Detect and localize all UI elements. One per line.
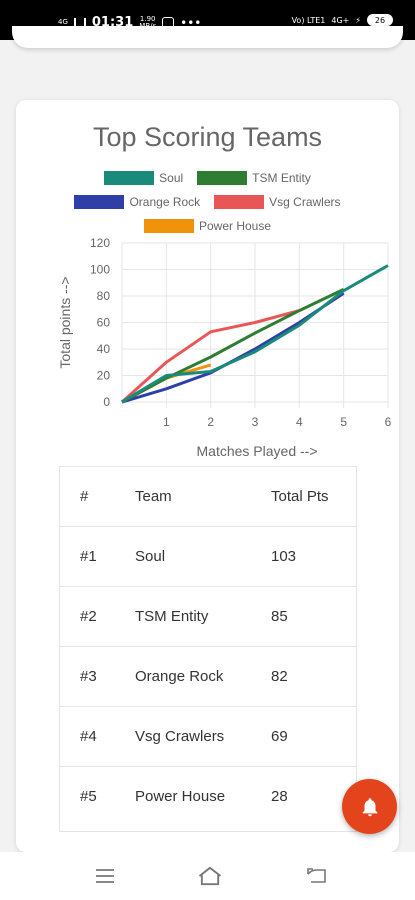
chart-legend: Soul TSM Entity Orange Rock Vsg Crawlers… <box>16 166 399 238</box>
battery-icon: 26 <box>367 14 393 26</box>
series-line-tsm-entity <box>121 288 345 404</box>
row-points: 82 <box>271 668 288 685</box>
row-rank: #5 <box>80 788 97 805</box>
row-points: 85 <box>271 608 288 625</box>
legend-item-soul[interactable]: Soul <box>104 171 183 185</box>
carrier-label: Vo) LTE1 <box>291 15 326 25</box>
standings-table: # Team Total Pts #1 Soul 103 #2 TSM Enti… <box>59 466 357 832</box>
legend-item-tsm-entity[interactable]: TSM Entity <box>197 171 311 185</box>
charging-icon: ⚡ <box>355 15 361 25</box>
header-team: Team <box>135 488 172 505</box>
y-tick-label: 100 <box>90 263 110 277</box>
row-rank: #4 <box>80 728 97 745</box>
legend-swatch-tsm-entity <box>197 171 248 185</box>
back-icon[interactable] <box>305 864 329 888</box>
legend-swatch-orange-rock <box>74 195 125 209</box>
table-row: #4 Vsg Crawlers 69 <box>60 707 356 767</box>
y-tick-label: 20 <box>97 369 111 383</box>
row-points: 103 <box>271 548 297 565</box>
notification-fab[interactable] <box>342 779 397 834</box>
row-team: Power House <box>135 788 226 805</box>
x-tick-label: 3 <box>252 415 259 429</box>
y-tick-label: 80 <box>97 289 111 303</box>
y-tick-label: 120 <box>90 236 110 250</box>
y-tick-label: 40 <box>97 342 111 356</box>
x-tick-label: 5 <box>340 415 347 429</box>
legend-label: Orange Rock <box>129 195 201 209</box>
network-label: 4G+ <box>331 15 350 25</box>
row-points: 69 <box>271 728 288 745</box>
row-team: Soul <box>135 548 166 565</box>
table-header-row: # Team Total Pts <box>60 467 356 527</box>
legend-label: Vsg Crawlers <box>269 195 341 209</box>
menu-icon[interactable] <box>93 864 117 888</box>
row-rank: #2 <box>80 608 97 625</box>
x-tick-label: 1 <box>163 415 170 429</box>
x-tick-label: 4 <box>296 415 303 429</box>
legend-swatch-power-house <box>143 219 194 233</box>
y-axis-title: Total points --> <box>57 276 73 368</box>
scores-card: Top Scoring Teams Soul TSM Entity Orange… <box>16 100 399 852</box>
signal-label: 4G <box>58 18 68 26</box>
legend-label: TSM Entity <box>252 171 311 185</box>
x-axis-title: Matches Played --> <box>197 443 318 459</box>
table-row: #2 TSM Entity 85 <box>60 587 356 647</box>
previous-card <box>12 26 403 48</box>
status-right: Vo) LTE1 4G+ ⚡ 26 <box>292 14 393 26</box>
legend-item-vsg-crawlers[interactable]: Vsg Crawlers <box>214 195 341 209</box>
legend-label: Power House <box>198 219 272 233</box>
header-rank: # <box>80 488 89 505</box>
line-chart: 0 20 40 60 80 100 120 1 2 3 4 5 6 Total points --> Mat… <box>57 236 392 459</box>
home-icon[interactable] <box>196 862 224 890</box>
row-team: Vsg Crawlers <box>135 728 225 745</box>
chart-title: Top Scoring Teams <box>92 122 323 152</box>
legend-label: Soul <box>159 171 184 185</box>
row-points: 28 <box>271 788 288 805</box>
row-rank: #1 <box>80 548 97 565</box>
table-row: #1 Soul 103 <box>60 527 356 587</box>
system-nav-bar <box>0 852 415 900</box>
row-team: TSM Entity <box>135 608 209 625</box>
legend-swatch-soul <box>104 171 155 185</box>
table-row: #5 Power House 28 <box>60 767 356 827</box>
y-tick-label: 0 <box>103 395 110 409</box>
table-row: #3 Orange Rock 82 <box>60 647 356 707</box>
x-tick-label: 2 <box>207 415 214 429</box>
x-tick-label: 6 <box>385 415 392 429</box>
y-tick-label: 60 <box>97 316 111 330</box>
legend-item-orange-rock[interactable]: Orange Rock <box>74 195 200 209</box>
header-total-pts: Total Pts <box>271 488 329 505</box>
row-team: Orange Rock <box>135 668 224 685</box>
row-rank: #3 <box>80 668 97 685</box>
legend-item-power-house[interactable]: Power House <box>143 219 272 233</box>
legend-swatch-vsg-crawlers <box>214 195 265 209</box>
bell-icon <box>362 797 377 816</box>
